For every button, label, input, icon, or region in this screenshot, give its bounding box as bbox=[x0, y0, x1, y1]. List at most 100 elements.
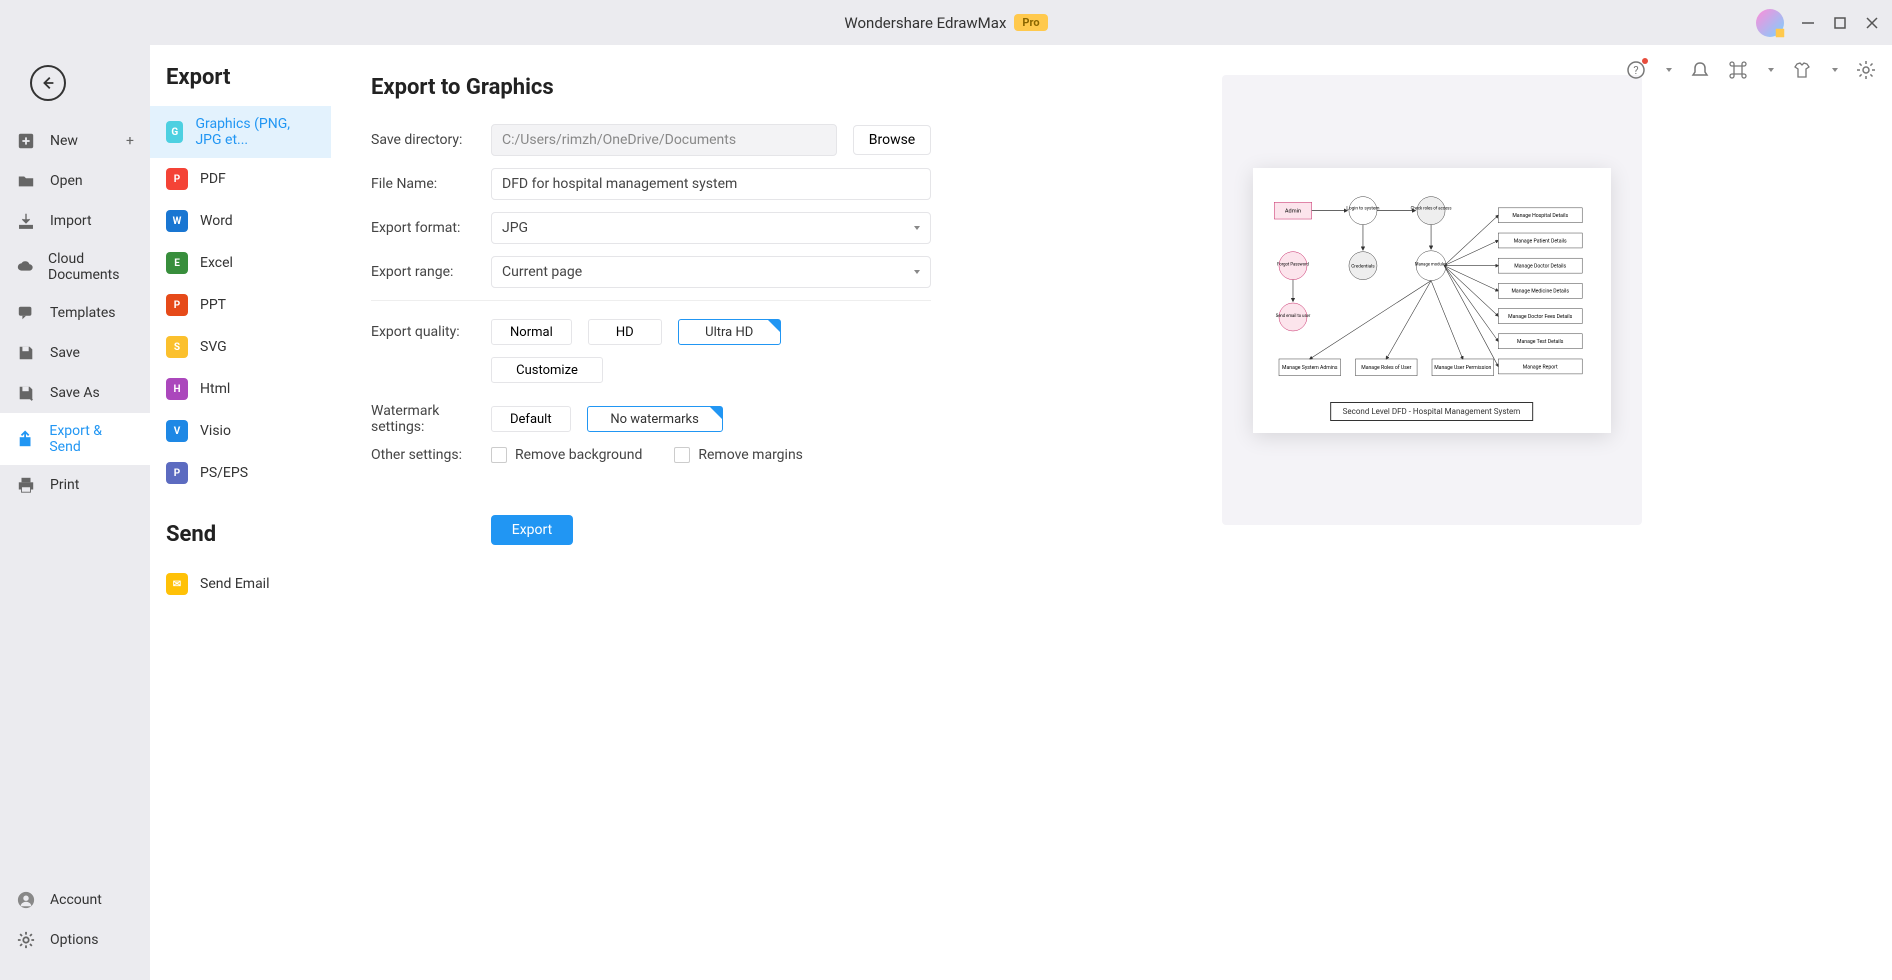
help-caret[interactable] bbox=[1666, 68, 1672, 72]
nav-item-options[interactable]: Options bbox=[0, 920, 150, 960]
print-icon bbox=[16, 475, 36, 495]
save-icon bbox=[16, 343, 36, 363]
svg-text:Forgot Password: Forgot Password bbox=[1277, 262, 1309, 267]
svg-text:Manage Roles of User: Manage Roles of User bbox=[1361, 364, 1411, 371]
export-heading: Export bbox=[150, 65, 331, 106]
remove-background-checkbox[interactable]: Remove background bbox=[491, 447, 642, 463]
save-directory-label: Save directory: bbox=[371, 132, 491, 148]
format-item-pdf[interactable]: PPDF bbox=[150, 158, 331, 200]
shirt-caret[interactable] bbox=[1832, 68, 1838, 72]
format-item-visio[interactable]: VVisio bbox=[150, 410, 331, 452]
avatar[interactable] bbox=[1756, 9, 1784, 37]
format-item-svg[interactable]: SSVG bbox=[150, 326, 331, 368]
svg-text:Credentials: Credentials bbox=[1351, 263, 1375, 269]
maximize-button[interactable] bbox=[1832, 15, 1848, 31]
back-button[interactable] bbox=[30, 65, 66, 101]
svg-text:Login to system: Login to system bbox=[1346, 205, 1379, 211]
save-as-icon bbox=[16, 383, 36, 403]
app-title: Wondershare EdrawMax bbox=[844, 14, 1006, 32]
format-item-word[interactable]: WWord bbox=[150, 200, 331, 242]
svg-text:Manage User Permission: Manage User Permission bbox=[1434, 365, 1491, 371]
gear-icon[interactable] bbox=[1856, 60, 1876, 80]
file-icon: P bbox=[166, 168, 188, 190]
format-item-excel[interactable]: EExcel bbox=[150, 242, 331, 284]
folder-icon bbox=[16, 171, 36, 191]
person-icon bbox=[16, 890, 36, 910]
quality-ultra-hd[interactable]: Ultra HD bbox=[678, 319, 781, 345]
nav-item-cloud-documents[interactable]: Cloud Documents bbox=[0, 241, 150, 293]
nav-item-account[interactable]: Account bbox=[0, 880, 150, 920]
export-format-label: Export format: bbox=[371, 220, 491, 236]
preview-card: Admin Login to system Check roles of acc… bbox=[1222, 75, 1642, 525]
watermark-default[interactable]: Default bbox=[491, 406, 571, 432]
svg-text:Manage System Admins: Manage System Admins bbox=[1282, 365, 1338, 371]
gear-icon bbox=[16, 930, 36, 950]
watermark-label: Watermark settings: bbox=[371, 403, 491, 435]
nav-item-open[interactable]: Open bbox=[0, 161, 150, 201]
file-icon: P bbox=[166, 294, 188, 316]
file-icon: E bbox=[166, 252, 188, 274]
format-item-pseps[interactable]: PPS/EPS bbox=[150, 452, 331, 494]
bell-icon[interactable] bbox=[1690, 60, 1710, 80]
watermark-no-watermarks[interactable]: No watermarks bbox=[587, 406, 723, 432]
send-item-email[interactable]: ✉Send Email bbox=[150, 563, 331, 605]
file-icon: V bbox=[166, 420, 188, 442]
chat-icon bbox=[16, 303, 36, 323]
export-range-select[interactable]: Current page bbox=[491, 256, 931, 288]
other-label: Other settings: bbox=[371, 447, 491, 463]
preview-image: Admin Login to system Check roles of acc… bbox=[1253, 168, 1611, 433]
nav-item-templates[interactable]: Templates bbox=[0, 293, 150, 333]
svg-text:Manage Doctor Fees Details: Manage Doctor Fees Details bbox=[1508, 313, 1572, 319]
nav-item-import[interactable]: Import bbox=[0, 201, 150, 241]
quality-hd[interactable]: HD bbox=[588, 319, 662, 345]
file-icon: S bbox=[166, 336, 188, 358]
close-button[interactable] bbox=[1864, 15, 1880, 31]
customize-button[interactable]: Customize bbox=[491, 357, 603, 383]
svg-text:?: ? bbox=[1633, 64, 1638, 77]
preview-column: Admin Login to system Check roles of acc… bbox=[1011, 75, 1852, 950]
nav-item-export-send[interactable]: Export & Send bbox=[0, 413, 150, 465]
top-toolbar: ? bbox=[1626, 60, 1876, 80]
file-name-input[interactable] bbox=[491, 168, 931, 200]
file-icon: P bbox=[166, 462, 188, 484]
content-area: Export to Graphics Save directory: Brows… bbox=[331, 45, 1892, 980]
nav-item-new[interactable]: New+ bbox=[0, 121, 150, 161]
chevron-down-icon bbox=[914, 270, 920, 274]
pro-badge: Pro bbox=[1014, 14, 1047, 31]
format-item-graphics[interactable]: GGraphics (PNG, JPG et... bbox=[150, 106, 331, 158]
file-icon: W bbox=[166, 210, 188, 232]
help-icon[interactable]: ? bbox=[1626, 60, 1646, 80]
export-range-label: Export range: bbox=[371, 264, 491, 280]
download-icon bbox=[16, 211, 36, 231]
svg-text:Check roles of access: Check roles of access bbox=[1410, 206, 1451, 211]
remove-margins-checkbox[interactable]: Remove margins bbox=[674, 447, 803, 463]
svg-text:Send email to user: Send email to user bbox=[1275, 313, 1310, 318]
format-item-ppt[interactable]: PPPT bbox=[150, 284, 331, 326]
nav-item-save-as[interactable]: Save As bbox=[0, 373, 150, 413]
save-directory-input[interactable] bbox=[491, 124, 837, 156]
titlebar: Wondershare EdrawMax Pro bbox=[0, 0, 1892, 45]
format-item-html[interactable]: HHtml bbox=[150, 368, 331, 410]
chevron-down-icon bbox=[914, 226, 920, 230]
svg-text:Admin: Admin bbox=[1284, 208, 1300, 214]
mail-icon: ✉ bbox=[166, 573, 188, 595]
cmd-icon[interactable] bbox=[1728, 60, 1748, 80]
svg-text:Manage Doctor Details: Manage Doctor Details bbox=[1514, 263, 1566, 269]
nav-item-save[interactable]: Save bbox=[0, 333, 150, 373]
export-sidebar: Export GGraphics (PNG, JPG et...PPDFWWor… bbox=[150, 45, 331, 980]
nav-item-print[interactable]: Print bbox=[0, 465, 150, 505]
export-button[interactable]: Export bbox=[491, 515, 573, 545]
svg-text:Manage Medicine Details: Manage Medicine Details bbox=[1511, 288, 1569, 294]
shirt-icon[interactable] bbox=[1792, 60, 1812, 80]
minimize-button[interactable] bbox=[1800, 15, 1816, 31]
quality-normal[interactable]: Normal bbox=[491, 319, 572, 345]
main-sidebar: New+OpenImportCloud DocumentsTemplatesSa… bbox=[0, 45, 150, 980]
svg-text:Manage Hospital Details: Manage Hospital Details bbox=[1512, 213, 1568, 219]
browse-button[interactable]: Browse bbox=[853, 125, 931, 155]
svg-text:Manage Patient Details: Manage Patient Details bbox=[1513, 238, 1566, 244]
plus-icon[interactable]: + bbox=[126, 133, 134, 149]
export-format-select[interactable]: JPG bbox=[491, 212, 931, 244]
svg-text:Manage Test Details: Manage Test Details bbox=[1516, 339, 1563, 345]
svg-text:Manage modules: Manage modules bbox=[1414, 262, 1446, 267]
cmd-caret[interactable] bbox=[1768, 68, 1774, 72]
